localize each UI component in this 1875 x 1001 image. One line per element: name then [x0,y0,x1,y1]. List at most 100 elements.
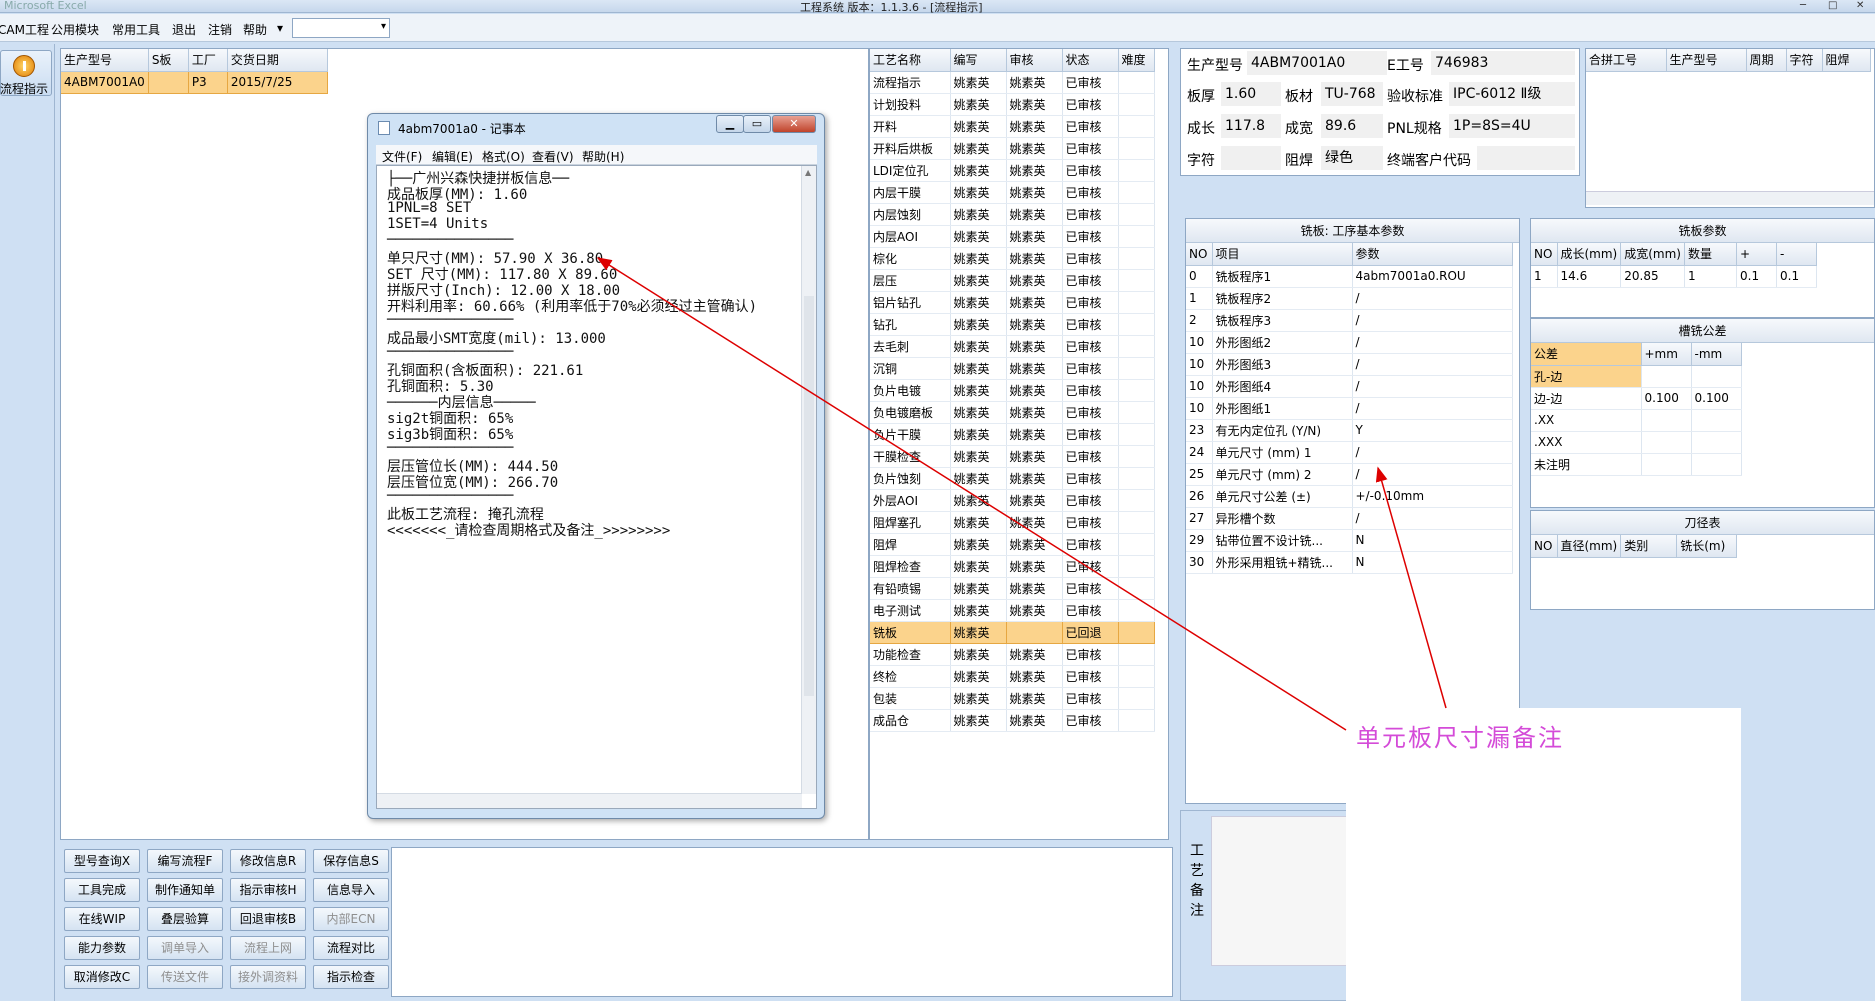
menu-tools[interactable]: 常用工具 [112,21,160,38]
col-header[interactable]: + [1736,243,1777,266]
combine-scrollbar[interactable] [1586,191,1874,205]
action-button[interactable]: 叠层验算 [147,907,223,931]
table-row[interactable]: 去毛刺 姚素英 姚素英 已审核 [870,335,1155,358]
action-button[interactable]: 型号查询X [64,849,140,873]
notepad-menu-file[interactable]: 文件(F) [382,148,422,165]
table-row[interactable]: .XX [1531,409,1742,432]
table-row[interactable]: 负片蚀刻 姚素英 姚素英 已审核 [870,467,1155,490]
table-row[interactable]: 孔-边 [1531,365,1742,388]
col-header[interactable]: 难度 [1118,49,1155,72]
col-header[interactable]: NO [1531,243,1558,266]
col-header[interactable]: 审核 [1006,49,1063,72]
table-row[interactable]: 终检 姚素英 姚素英 已审核 [870,665,1155,688]
table-row[interactable]: 内层蚀刻 姚素英 姚素英 已审核 [870,203,1155,226]
chevron-down-icon[interactable]: ▾ [277,21,283,35]
table-row[interactable]: 钻孔 姚素英 姚素英 已审核 [870,313,1155,336]
table-row[interactable]: 内层干膜 姚素英 姚素英 已审核 [870,181,1155,204]
col-header[interactable]: +mm [1641,343,1692,366]
table-row[interactable]: 2 铣板程序3/ [1186,309,1513,332]
table-row[interactable]: LDI定位孔 姚素英 姚素英 已审核 [870,159,1155,182]
col-header[interactable]: 工厂 [188,49,228,72]
action-button[interactable]: 调单导入 [147,936,223,960]
table-row[interactable]: 成品仓 姚素英 姚素英 已审核 [870,709,1155,732]
action-button[interactable]: 在线WIP [64,907,140,931]
col-header[interactable]: 成长(mm) [1557,243,1622,266]
table-row[interactable]: 阻焊塞孔 姚素英 姚素英 已审核 [870,511,1155,534]
action-button[interactable]: 回退审核B [230,907,306,931]
menu-common-module[interactable]: 公用模块 [51,21,99,38]
table-row[interactable]: 流程指示 姚素英 姚素英 已审核 [870,71,1155,94]
table-row[interactable]: 阻焊检查 姚素英 姚素英 已审核 [870,555,1155,578]
col-header[interactable]: 直径(mm) [1557,535,1622,558]
notepad-titlebar[interactable]: 4abm7001a0 - 记事本 ▁ ▭ ✕ [368,114,824,140]
remark-textarea[interactable] [1211,816,1347,966]
action-button[interactable]: 工具完成 [64,878,140,902]
table-row[interactable]: 10 外形图纸1/ [1186,397,1513,420]
table-row[interactable]: 外层AOI 姚素英 姚素英 已审核 [870,489,1155,512]
table-row[interactable]: 1 铣板程序2/ [1186,287,1513,310]
notepad-menu-view[interactable]: 查看(V) [532,148,574,165]
table-row[interactable]: 沉铜 姚素英 姚素英 已审核 [870,357,1155,380]
table-row[interactable]: 阻焊 姚素英 姚素英 已审核 [870,533,1155,556]
notepad-menu-help[interactable]: 帮助(H) [582,148,624,165]
action-button[interactable]: 保存信息S [313,849,389,873]
table-row[interactable]: 层压 姚素英 姚素英 已审核 [870,269,1155,292]
col-header[interactable]: 项目 [1212,243,1353,266]
table-row[interactable]: 开料 姚素英 姚素英 已审核 [870,115,1155,138]
col-header[interactable]: 类别 [1620,535,1678,558]
col-header[interactable]: 合拼工号 [1586,49,1667,72]
close-icon[interactable]: ✕ [772,115,816,133]
table-row[interactable]: 有铅喷锡 姚素英 姚素英 已审核 [870,577,1155,600]
horizontal-scrollbar[interactable] [377,793,802,808]
table-row[interactable]: 开料后烘板 姚素英 姚素英 已审核 [870,137,1155,160]
table-row[interactable]: 铣板 姚素英 已回退 [870,621,1155,644]
menu-logout[interactable]: 注销 [208,21,232,38]
action-button[interactable]: 制作通知单 [147,878,223,902]
table-row[interactable]: 负片干膜 姚素英 姚素英 已审核 [870,423,1155,446]
notepad-menu-format[interactable]: 格式(O) [482,148,525,165]
col-header[interactable]: 状态 [1062,49,1119,72]
table-row[interactable]: 23 有无内定位孔 (Y/N) Y [1186,419,1513,442]
table-row[interactable]: 包装 姚素英 姚素英 已审核 [870,687,1155,710]
table-row[interactable]: 铝片钻孔 姚素英 姚素英 已审核 [870,291,1155,314]
action-button[interactable]: 流程对比 [313,936,389,960]
action-button[interactable]: 内部ECN [313,907,389,931]
table-row[interactable]: 10 外形图纸4/ [1186,375,1513,398]
vertical-scrollbar[interactable] [801,166,816,794]
col-header[interactable]: 编写 [950,49,1007,72]
table-row[interactable]: 24 单元尺寸 (mm) 1/ [1186,441,1513,464]
col-header[interactable]: 铣长(m) [1676,535,1738,558]
nav-flow-button[interactable]: 流程指示 [0,50,52,96]
col-header[interactable]: NO [1186,243,1213,266]
action-button[interactable]: 取消修改C [64,965,140,989]
minimize-icon[interactable]: ─ [1800,0,1806,11]
maximize-icon[interactable]: ▭ [743,115,771,133]
menu-cam[interactable]: CAM工程 [0,21,49,38]
action-button[interactable]: 接外调资料 [230,965,306,989]
table-row[interactable]: 27 异形槽个数 / [1186,507,1513,530]
table-row[interactable]: 1 14.6 20.85 1 0.1 0.1 [1531,265,1817,288]
col-header[interactable]: 交货日期 [227,49,328,72]
action-button[interactable]: 信息导入 [313,878,389,902]
table-row[interactable]: 29 钻带位置不设计铣... N [1186,529,1513,552]
table-row[interactable]: 负片电镀 姚素英 姚素英 已审核 [870,379,1155,402]
col-header[interactable]: 周期 [1746,49,1787,72]
table-row[interactable]: 10 外形图纸2/ [1186,331,1513,354]
col-header[interactable]: 生产型号 [1666,49,1747,72]
message-area[interactable] [391,847,1173,997]
table-row[interactable]: 4ABM7001A0 P3 2015/7/25 [61,71,328,94]
table-row[interactable]: 边-边 0.100 0.100 [1531,387,1742,410]
table-row[interactable]: 26 单元尺寸公差 (±) +/-0.10mm [1186,485,1513,508]
close-icon[interactable]: ✕ [1856,0,1864,11]
table-row[interactable]: 计划投料 姚素英 姚素英 已审核 [870,93,1155,116]
col-header[interactable]: 阻焊 [1822,49,1871,72]
table-row[interactable]: 未注明 [1531,453,1742,476]
col-header[interactable]: -mm [1691,343,1742,366]
table-row[interactable]: 0 铣板程序1 4abm7001a0.ROU [1186,265,1513,288]
action-button[interactable]: 修改信息R [230,849,306,873]
col-header[interactable]: 生产型号 [61,49,149,72]
action-button[interactable]: 指示检查 [313,965,389,989]
col-header[interactable]: 参数 [1352,243,1513,266]
table-row[interactable]: .XXX [1531,431,1742,454]
table-row[interactable]: 负电镀磨板 姚素英 姚素英 已审核 [870,401,1155,424]
